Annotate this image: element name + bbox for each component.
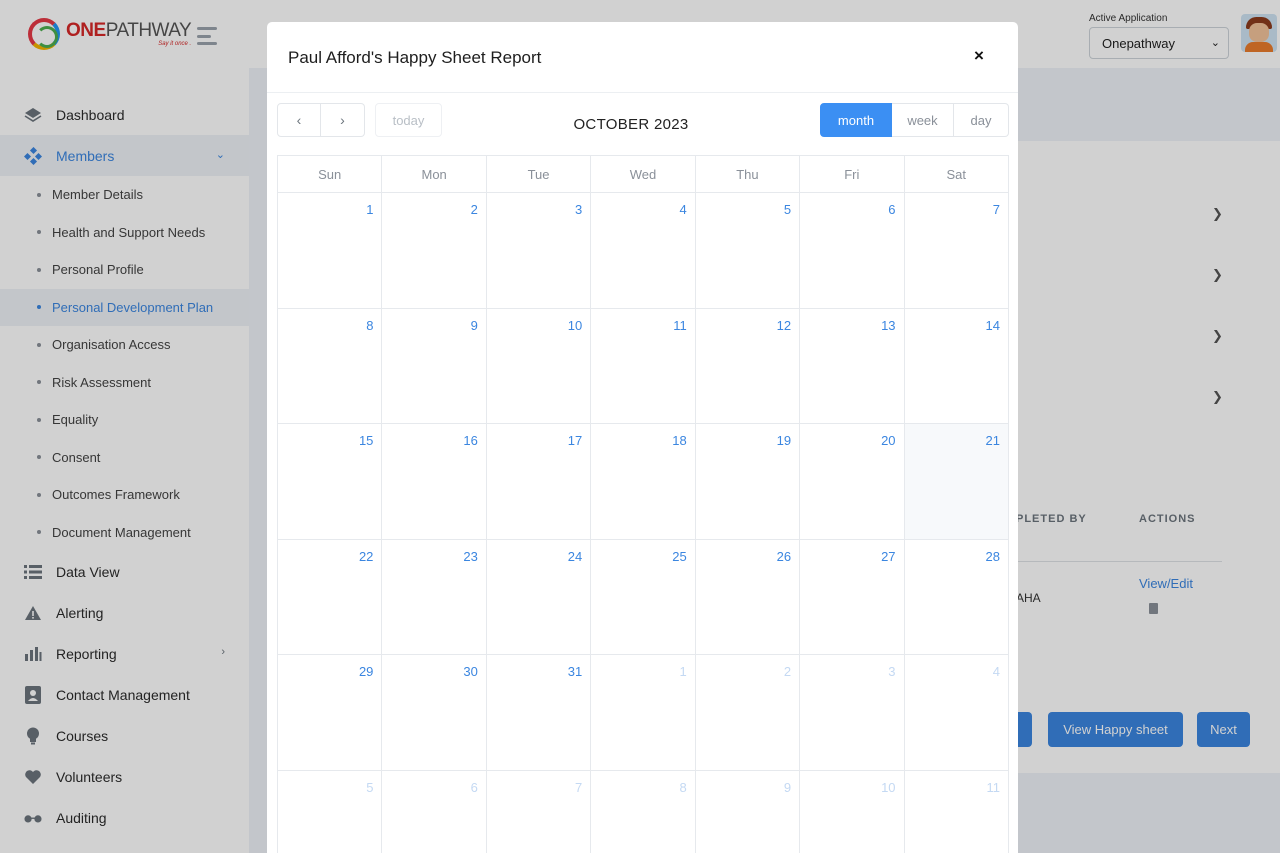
day-cell[interactable]: 2 — [382, 193, 487, 309]
day-cell-other-month[interactable]: 9 — [696, 770, 801, 853]
modal-title: Paul Afford's Happy Sheet Report — [288, 48, 542, 67]
day-cell[interactable]: 24 — [486, 539, 592, 656]
calendar-week-row: 15 16 17 18 19 20 21 — [278, 424, 1009, 540]
day-cell[interactable]: 15 — [278, 424, 383, 540]
weekday-header: Wed — [591, 156, 696, 193]
calendar-week-row: 5 6 7 8 9 10 11 — [278, 770, 1009, 853]
day-cell[interactable]: 31 — [486, 655, 592, 771]
day-cell[interactable]: 7 — [904, 193, 1009, 309]
close-icon[interactable]: × — [974, 46, 984, 66]
day-cell[interactable]: 11 — [591, 308, 696, 425]
calendar-view-switcher: month week day — [820, 103, 1009, 137]
day-cell[interactable]: 12 — [695, 308, 801, 425]
weekday-header: Tue — [486, 156, 592, 193]
modal-header: Paul Afford's Happy Sheet Report × — [267, 22, 1018, 93]
day-cell-other-month[interactable]: 6 — [382, 770, 487, 853]
day-cell[interactable]: 23 — [382, 539, 487, 656]
day-cell[interactable]: 5 — [695, 193, 801, 309]
day-cell[interactable]: 20 — [800, 424, 905, 540]
weekday-header-row: Sun Mon Tue Wed Thu Fri Sat — [278, 156, 1009, 193]
day-cell[interactable]: 17 — [486, 424, 592, 540]
calendar-week-row: 22 23 24 25 26 27 28 — [278, 539, 1009, 656]
day-cell[interactable]: 9 — [382, 308, 487, 425]
day-cell[interactable]: 16 — [382, 424, 487, 540]
calendar-week-row: 29 30 31 1 2 3 4 — [278, 655, 1009, 771]
weekday-header: Thu — [695, 156, 801, 193]
weekday-header: Sat — [904, 156, 1009, 193]
weekday-header: Fri — [800, 156, 905, 193]
view-month-button[interactable]: month — [820, 103, 892, 137]
view-day-button[interactable]: day — [954, 103, 1009, 137]
day-cell[interactable]: 22 — [278, 539, 383, 656]
day-cell[interactable]: 10 — [486, 308, 592, 425]
day-cell[interactable]: 13 — [800, 308, 905, 425]
calendar-toolbar: ‹ › today OCTOBER 2023 month week day — [277, 103, 1009, 138]
day-cell-other-month[interactable]: 2 — [695, 655, 801, 771]
day-cell-other-month[interactable]: 11 — [905, 770, 1009, 853]
view-week-button[interactable]: week — [892, 103, 954, 137]
day-cell-other-month[interactable]: 1 — [591, 655, 696, 771]
day-cell-other-month[interactable]: 10 — [800, 770, 905, 853]
day-cell-other-month[interactable]: 5 — [278, 770, 383, 853]
calendar-week-row: 8 9 10 11 12 13 14 — [278, 308, 1009, 425]
day-cell[interactable]: 18 — [591, 424, 696, 540]
day-cell[interactable]: 6 — [800, 193, 905, 309]
day-cell-other-month[interactable]: 7 — [487, 770, 592, 853]
day-cell-today[interactable]: 21 — [904, 424, 1009, 540]
day-cell[interactable]: 4 — [591, 193, 696, 309]
day-cell[interactable]: 14 — [904, 308, 1009, 425]
day-cell[interactable]: 3 — [486, 193, 592, 309]
day-cell-other-month[interactable]: 3 — [800, 655, 905, 771]
day-cell[interactable]: 29 — [278, 655, 383, 771]
day-cell[interactable]: 19 — [695, 424, 801, 540]
day-cell[interactable]: 28 — [904, 539, 1009, 656]
day-cell-other-month[interactable]: 8 — [591, 770, 696, 853]
month-calendar-grid: Sun Mon Tue Wed Thu Fri Sat 1 2 3 4 5 6 … — [277, 155, 1009, 853]
weekday-header: Mon — [382, 156, 487, 193]
day-cell[interactable]: 25 — [591, 539, 696, 656]
day-cell[interactable]: 27 — [800, 539, 905, 656]
day-cell[interactable]: 30 — [382, 655, 487, 771]
calendar-week-row: 1 2 3 4 5 6 7 — [278, 193, 1009, 309]
day-cell[interactable]: 26 — [695, 539, 801, 656]
day-cell[interactable]: 1 — [278, 193, 383, 309]
happy-sheet-report-modal: Paul Afford's Happy Sheet Report × ‹ › t… — [267, 22, 1018, 853]
day-cell[interactable]: 8 — [278, 308, 383, 425]
weekday-header: Sun — [278, 156, 383, 193]
day-cell-other-month[interactable]: 4 — [904, 655, 1009, 771]
